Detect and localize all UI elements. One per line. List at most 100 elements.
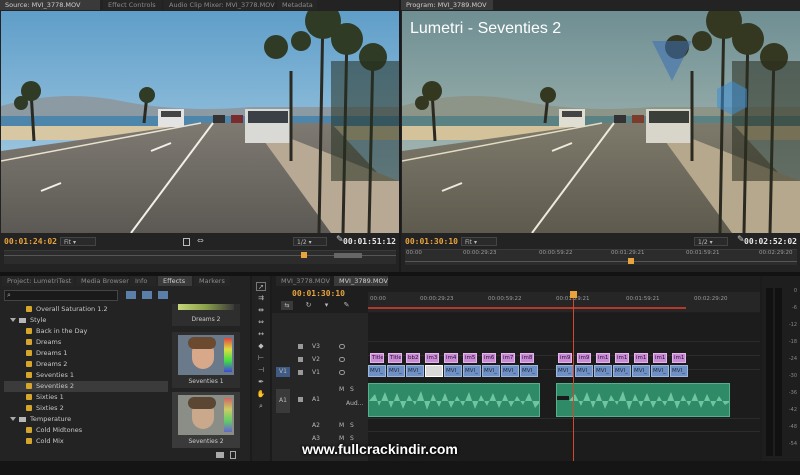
- program-zoom-select[interactable]: Fit ▾: [461, 237, 497, 246]
- lock-icon[interactable]: [298, 370, 303, 375]
- v1-clip[interactable]: MVI_: [613, 365, 631, 377]
- tab-info[interactable]: Info: [130, 276, 156, 286]
- v1-clip[interactable]: MVI_: [387, 365, 405, 377]
- v2-clip[interactable]: im7: [501, 353, 515, 363]
- source-patch-v1[interactable]: V1: [276, 367, 290, 377]
- v1-clip[interactable]: MVI_: [651, 365, 669, 377]
- delete-icon[interactable]: [230, 451, 236, 459]
- v2-clip[interactable]: im9: [558, 353, 572, 363]
- snap-icon[interactable]: ⇆: [281, 301, 293, 310]
- timeline-playhead-line[interactable]: [573, 291, 574, 461]
- zoom-tool-icon[interactable]: ⌕: [256, 402, 266, 411]
- 32bit-effects-icon[interactable]: [142, 291, 152, 299]
- list-item[interactable]: Sixties 1: [4, 392, 168, 403]
- a1-audio-clip[interactable]: [368, 383, 540, 417]
- track-label-a1-solo[interactable]: S: [350, 386, 354, 393]
- v1-clip[interactable]: MVI_: [632, 365, 650, 377]
- add-marker-icon[interactable]: ▾: [322, 301, 331, 310]
- list-item[interactable]: Overall Saturation 1.2: [4, 304, 168, 315]
- lock-icon[interactable]: [298, 344, 303, 349]
- list-item[interactable]: Sixties 2: [4, 403, 168, 414]
- tab-markers[interactable]: Markers: [194, 276, 230, 286]
- tab-audio-clip-mixer[interactable]: Audio Clip Mixer: MVI_3778.MOV: [164, 0, 275, 10]
- eye-icon[interactable]: [339, 370, 345, 375]
- timeline-timecode[interactable]: 00:01:30:10: [292, 289, 345, 298]
- list-item[interactable]: Dreams: [4, 337, 168, 348]
- v1-clip[interactable]: MVI_: [670, 365, 688, 377]
- linked-selection-icon[interactable]: ↻: [303, 301, 314, 310]
- v1-clip[interactable]: MVI_: [482, 365, 500, 377]
- v1-clip[interactable]: MVI_: [556, 365, 574, 377]
- v2-clip[interactable]: Title: [388, 353, 402, 363]
- v1-clip[interactable]: MVI_: [594, 365, 612, 377]
- tab-sequence-mvi-3778[interactable]: MVI_3778.MOV: [276, 276, 330, 286]
- source-zoom-select[interactable]: Fit ▾: [60, 237, 96, 246]
- v1-clip[interactable]: MVI_: [444, 365, 462, 377]
- program-resolution-select[interactable]: 1/2 ▾: [694, 237, 728, 246]
- rolling-edit-tool-icon[interactable]: ⇔: [256, 318, 266, 327]
- list-item[interactable]: Cold Mix: [4, 436, 168, 447]
- v2-clip[interactable]: im1: [615, 353, 629, 363]
- program-playhead[interactable]: [628, 258, 634, 264]
- selection-tool-icon[interactable]: ➚: [256, 282, 266, 291]
- v2-clip[interactable]: im1: [596, 353, 610, 363]
- list-item-selected[interactable]: Seventies 2: [4, 381, 168, 392]
- preset-preview-dreams-2[interactable]: Dreams 2: [172, 304, 240, 326]
- track-label-a1-mute[interactable]: M: [339, 386, 344, 393]
- eye-icon[interactable]: [339, 344, 345, 349]
- tab-project[interactable]: Project: LumetriTest: [2, 276, 74, 286]
- tab-media-browser[interactable]: Media Browser: [76, 276, 129, 286]
- v2-clip[interactable]: Title: [370, 353, 384, 363]
- tab-effects[interactable]: Effects: [158, 276, 192, 286]
- a1-audio-clip[interactable]: [556, 383, 730, 417]
- v2-clip[interactable]: im1: [653, 353, 667, 363]
- disclosure-triangle-icon[interactable]: [10, 417, 16, 421]
- tab-program[interactable]: Program: MVI_3789.MOV: [401, 0, 493, 10]
- track-label-a2-solo[interactable]: S: [350, 422, 354, 429]
- track-select-tool-icon[interactable]: ⇉: [256, 294, 266, 303]
- slip-tool-icon[interactable]: ⊢: [256, 354, 266, 363]
- effects-search-input[interactable]: ⌕: [4, 290, 118, 301]
- v1-clip[interactable]: MVI_: [501, 365, 519, 377]
- timeline-ruler[interactable]: 00:00 00:00:29:23 00:00:59:22 00:01:29:2…: [368, 292, 760, 312]
- tab-metadata[interactable]: Metadata: [277, 0, 317, 10]
- timeline-settings-wrench-icon[interactable]: ✎: [342, 301, 351, 310]
- yuv-effects-icon[interactable]: [158, 291, 168, 299]
- v1-clip[interactable]: MVI_: [368, 365, 386, 377]
- v2-clip[interactable]: bb2: [406, 353, 420, 363]
- lock-icon[interactable]: [298, 357, 303, 362]
- v2-clip[interactable]: im1: [672, 353, 686, 363]
- list-item[interactable]: Cold Midtones: [4, 425, 168, 436]
- work-area-bar[interactable]: [368, 307, 686, 309]
- list-item[interactable]: Style: [4, 315, 168, 326]
- timeline-playhead-handle[interactable]: [570, 291, 577, 298]
- list-item[interactable]: Temperature: [4, 414, 168, 425]
- razor-tool-icon[interactable]: ◆: [256, 342, 266, 351]
- source-patch-a1[interactable]: A1: [276, 389, 290, 413]
- lock-icon[interactable]: [298, 397, 303, 402]
- track-label-a2-mute[interactable]: M: [339, 422, 344, 429]
- list-item[interactable]: Back in the Day: [4, 326, 168, 337]
- v2-clip[interactable]: im6: [482, 353, 496, 363]
- export-frame-icon[interactable]: [183, 238, 190, 246]
- tab-sequence-mvi-3789[interactable]: MVI_3789.MOV: [334, 276, 388, 286]
- v1-clip[interactable]: MVI_: [520, 365, 538, 377]
- v1-clip[interactable]: MVI_: [575, 365, 593, 377]
- source-resolution-select[interactable]: 1/2 ▾: [293, 237, 327, 246]
- program-ruler[interactable]: 00:00 00:00:29:23 00:00:59:22 00:01:29:2…: [405, 249, 797, 265]
- source-playhead[interactable]: [301, 252, 307, 258]
- v1-clip[interactable]: MVI_: [406, 365, 424, 377]
- list-item[interactable]: Dreams 1: [4, 348, 168, 359]
- v2-clip[interactable]: im4: [444, 353, 458, 363]
- accelerated-effects-icon[interactable]: [126, 291, 136, 299]
- slide-tool-icon[interactable]: ⊣: [256, 366, 266, 375]
- list-item[interactable]: Dreams 2: [4, 359, 168, 370]
- new-bin-icon[interactable]: [216, 452, 224, 458]
- v2-clip[interactable]: im9: [577, 353, 591, 363]
- settings-wrench-icon[interactable]: ⇔: [197, 236, 204, 245]
- v1-clip-selected[interactable]: [425, 365, 443, 377]
- v1-clip[interactable]: MVI_: [463, 365, 481, 377]
- v2-clip[interactable]: im1: [634, 353, 648, 363]
- eye-icon[interactable]: [339, 357, 345, 362]
- v2-clip[interactable]: im8: [520, 353, 534, 363]
